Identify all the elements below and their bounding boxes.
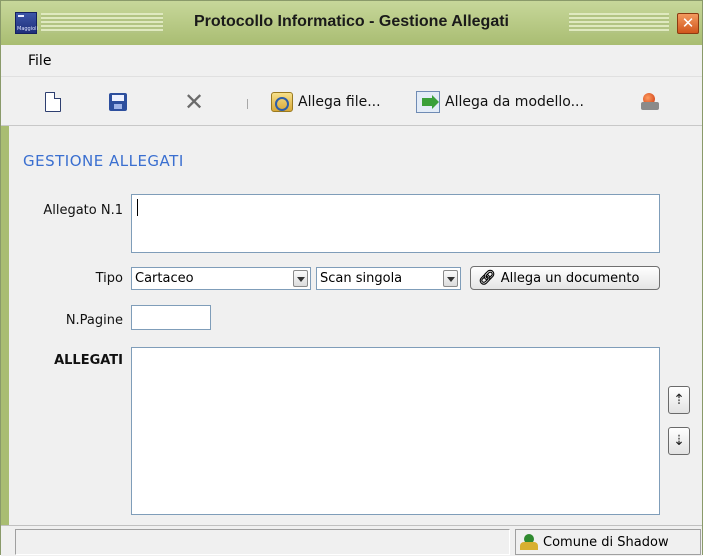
chevron-down-icon[interactable]: [443, 270, 458, 287]
tipo-select[interactable]: Cartaceo: [131, 267, 311, 290]
save-button[interactable]: [109, 90, 127, 114]
attach-document-label: Allega un documento: [500, 270, 640, 286]
title-bar[interactable]: Maggioli Protocollo Informatico - Gestio…: [1, 1, 702, 45]
attach-model-label: Allega da modello...: [445, 94, 584, 110]
close-button[interactable]: ✕: [677, 13, 699, 34]
new-button[interactable]: [45, 90, 61, 114]
window-title: Protocollo Informatico - Gestione Allega…: [194, 13, 509, 30]
delete-button[interactable]: ✕: [184, 90, 204, 114]
save-icon: [109, 93, 127, 111]
new-document-icon: [45, 92, 61, 112]
tipo-selected-value: Cartaceo: [135, 271, 194, 286]
attach-document-button[interactable]: 🔗︎ Allega un documento: [470, 266, 660, 290]
menu-item-file[interactable]: File: [28, 53, 51, 69]
status-organization: Comune di Shadow: [515, 529, 701, 555]
attach-from-model-button[interactable]: Allega da modello...: [416, 90, 584, 114]
status-bar: Comune di Shadow: [1, 525, 702, 556]
tipo-label: Tipo: [95, 271, 123, 286]
status-message: [15, 529, 510, 555]
allegati-label: ALLEGATI: [54, 353, 123, 368]
toolbar: ✕ Allega file... Allega da modello...: [1, 78, 702, 126]
move-up-button[interactable]: ⇡: [668, 386, 690, 414]
delete-icon: ✕: [184, 88, 205, 116]
app-window: Maggioli Protocollo Informatico - Gestio…: [0, 0, 703, 556]
toolbar-separator: [247, 99, 248, 109]
allegato-description-input[interactable]: [131, 194, 660, 253]
scan-mode-select[interactable]: Scan singola: [316, 267, 461, 290]
user-icon: [520, 534, 538, 550]
move-down-icon: ⇣: [673, 433, 685, 449]
print-icon: [641, 93, 659, 111]
move-up-icon: ⇡: [673, 392, 685, 408]
paperclip-icon: 🔗︎: [478, 270, 496, 286]
pagine-label: N.Pagine: [65, 313, 123, 328]
move-down-button[interactable]: ⇣: [668, 427, 690, 455]
attach-file-icon: [271, 92, 293, 112]
section-title: GESTIONE ALLEGATI: [23, 152, 184, 170]
attach-model-icon: [416, 91, 440, 113]
allegato-label: Allegato N.1: [43, 203, 123, 218]
attach-file-label: Allega file...: [298, 94, 381, 110]
print-button[interactable]: [641, 90, 659, 114]
text-caret: [137, 199, 138, 216]
chevron-down-icon[interactable]: [293, 270, 308, 287]
scan-mode-selected-value: Scan singola: [320, 271, 403, 286]
organization-name: Comune di Shadow: [543, 534, 669, 550]
attach-file-button[interactable]: Allega file...: [271, 90, 381, 114]
allegati-list[interactable]: [131, 347, 660, 515]
pagine-input[interactable]: [131, 305, 211, 330]
menu-bar: File: [1, 45, 702, 77]
